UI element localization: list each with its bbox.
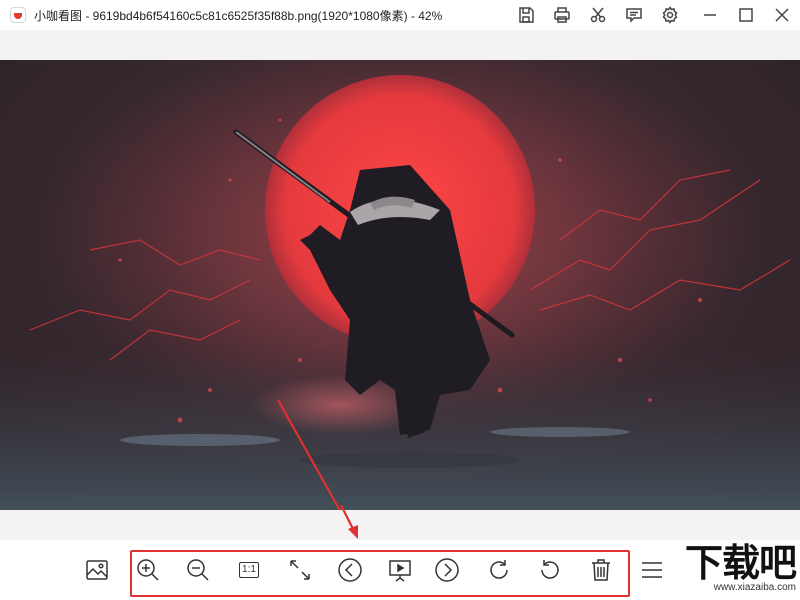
print-button[interactable] xyxy=(544,0,580,30)
delete-icon xyxy=(592,559,610,581)
slideshow-icon xyxy=(389,560,411,582)
zoom-in-button[interactable] xyxy=(132,554,164,586)
zoom-in-icon xyxy=(137,559,159,581)
viewer-top-margin xyxy=(0,30,800,60)
save-button[interactable] xyxy=(508,0,544,30)
maximize-icon xyxy=(739,8,753,22)
watermark-url: www.xiazaiba.com xyxy=(713,582,796,593)
viewer-bottom-margin xyxy=(0,510,800,540)
fit-window-button[interactable] xyxy=(284,554,316,586)
watermark: 下载吧 www.xiazaiba.com xyxy=(658,541,797,598)
minimize-button[interactable] xyxy=(692,0,728,30)
maximize-button[interactable] xyxy=(728,0,764,30)
print-icon xyxy=(554,7,570,23)
actual-size-button[interactable]: 1:1 xyxy=(233,554,265,586)
watermark-logo: 下载吧 xyxy=(684,541,797,585)
close-button[interactable] xyxy=(764,0,800,30)
app-logo-icon xyxy=(10,7,26,23)
image-canvas[interactable] xyxy=(0,60,800,510)
fit-window-icon xyxy=(290,560,310,580)
next-button[interactable] xyxy=(431,554,463,586)
next-icon xyxy=(435,558,459,582)
comment-button[interactable] xyxy=(616,0,652,30)
slideshow-button[interactable] xyxy=(384,554,416,586)
delete-button[interactable] xyxy=(585,554,617,586)
rotate-left-icon xyxy=(541,560,559,579)
window-title: 小咖看图 - 9619bd4b6f54160c5c81c6525f35f88b.… xyxy=(34,8,443,23)
cut-button[interactable] xyxy=(580,0,616,30)
minimize-icon xyxy=(704,14,716,16)
rotate-right-button[interactable] xyxy=(483,554,515,586)
zoom-out-icon xyxy=(187,559,209,581)
settings-button[interactable] xyxy=(652,0,688,30)
annotation-arrow xyxy=(340,505,358,539)
rotate-left-button[interactable] xyxy=(534,554,566,586)
gear-icon xyxy=(662,6,678,24)
title-actions xyxy=(508,0,800,30)
image-thumbnail-icon xyxy=(86,560,108,580)
displayed-image xyxy=(0,60,800,510)
previous-icon xyxy=(338,558,362,582)
rotate-right-icon xyxy=(490,560,508,579)
close-icon xyxy=(775,8,789,22)
thumbnail-button[interactable] xyxy=(81,554,113,586)
title-bar: 小咖看图 - 9619bd4b6f54160c5c81c6525f35f88b.… xyxy=(0,0,800,30)
zoom-out-button[interactable] xyxy=(182,554,214,586)
cut-icon xyxy=(590,7,606,23)
previous-button[interactable] xyxy=(334,554,366,586)
save-icon xyxy=(519,7,534,23)
comment-icon xyxy=(626,8,642,23)
actual-size-icon: 1:1 xyxy=(239,562,259,578)
